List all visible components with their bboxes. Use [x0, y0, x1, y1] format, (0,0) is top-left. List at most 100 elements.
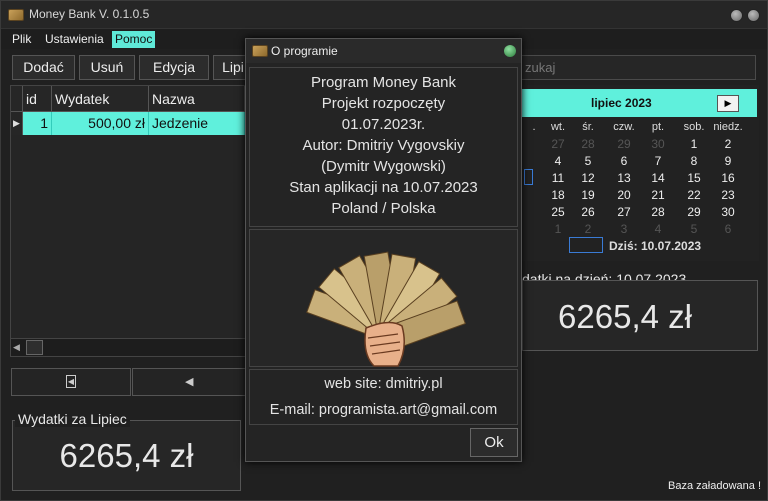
dialog-money-icon: [252, 45, 268, 57]
calendar-day[interactable]: 30: [643, 137, 673, 151]
calendar-day[interactable]: 9: [713, 154, 743, 168]
calendar-day[interactable]: 28: [643, 205, 673, 219]
contact-panel: web site: dmitriy.pl E-mail: programista…: [249, 369, 518, 425]
calendar-day[interactable]: 1: [679, 137, 709, 151]
info-line: Autor: Dmitriy Vygovskiy: [302, 137, 465, 154]
calendar-day[interactable]: 5: [679, 222, 709, 236]
calendar-day[interactable]: 2: [713, 137, 743, 151]
first-page-icon: ◀: [66, 375, 76, 388]
menu-plik[interactable]: Plik: [9, 31, 34, 48]
ok-button[interactable]: Ok: [470, 428, 518, 457]
app-title: Money Bank V. 0.1.0.5: [29, 7, 150, 21]
calendar-day[interactable]: 30: [713, 205, 743, 219]
money-fan-image: [249, 229, 518, 367]
day-name: wt.: [550, 121, 566, 133]
calendar-day[interactable]: 3: [609, 222, 639, 236]
day-name: niedz.: [713, 121, 743, 133]
day-name: śr.: [582, 121, 594, 133]
dialog-title: O programie: [271, 44, 338, 58]
column-amount[interactable]: Wydatek: [52, 86, 149, 112]
about-dialog: O programie Program Money Bank Projekt r…: [245, 38, 522, 462]
scroll-thumb[interactable]: [26, 340, 43, 355]
minimize-button[interactable]: [730, 9, 743, 22]
calendar-day[interactable]: 27: [609, 205, 639, 219]
today-label[interactable]: Dziś: 10.07.2023: [609, 239, 701, 253]
calendar-day[interactable]: 16: [713, 171, 743, 185]
selected-day-marker: [524, 169, 533, 185]
calendar-day[interactable]: 21: [643, 188, 673, 202]
scroll-left-icon[interactable]: ◀: [13, 342, 20, 353]
next-month-icon[interactable]: ▶: [717, 95, 739, 112]
info-line: Poland / Polska: [331, 200, 436, 217]
menu-pomoc[interactable]: Pomoc: [112, 31, 156, 48]
expenses-table: id Wydatek Nazwa ▶ 1 500,00 zł Jedzenie …: [10, 85, 246, 357]
calendar-day[interactable]: 26: [573, 205, 603, 219]
column-id[interactable]: id: [23, 86, 52, 112]
dialog-close-icon[interactable]: [504, 45, 516, 57]
email-link[interactable]: E-mail: programista.art@gmail.com: [250, 402, 517, 418]
calendar-day[interactable]: 14: [643, 171, 673, 185]
daily-total-box: 6265,4 zł: [522, 280, 758, 351]
monthly-total-value: 6265,4 zł: [59, 437, 194, 474]
search-input[interactable]: zukaj: [514, 55, 756, 80]
row-indicator-icon: ▶: [11, 112, 23, 135]
day-name: czw.: [613, 121, 635, 133]
calendar-day[interactable]: 27: [543, 137, 573, 151]
calendar-day[interactable]: 4: [543, 154, 573, 168]
calendar-day[interactable]: 22: [679, 188, 709, 202]
edit-button[interactable]: Edycja: [139, 55, 209, 80]
info-line: 01.07.2023r.: [341, 116, 426, 133]
calendar-day[interactable]: 6: [609, 154, 639, 168]
calendar-day[interactable]: 13: [609, 171, 639, 185]
calendar-day[interactable]: 1: [543, 222, 573, 236]
row-header-corner: [11, 86, 23, 112]
horizontal-scrollbar[interactable]: ◀: [11, 338, 245, 356]
monthly-total-label: Wydatki za Lipiec: [15, 411, 130, 427]
calendar-day[interactable]: 11: [543, 171, 573, 185]
title-bar: Money Bank V. 0.1.0.5: [1, 1, 767, 29]
calendar-day[interactable]: 23: [713, 188, 743, 202]
today-indicator: [569, 237, 603, 253]
first-page-button[interactable]: ◀: [11, 368, 131, 396]
info-line: Projekt rozpoczęty: [321, 95, 446, 112]
info-line: (Dymitr Wygowski): [321, 158, 446, 175]
previous-page-button[interactable]: ◀: [132, 368, 247, 396]
column-name[interactable]: Nazwa: [149, 86, 245, 112]
calendar-day[interactable]: 19: [573, 188, 603, 202]
monthly-total-box: Wydatki za Lipiec 6265,4 zł: [12, 411, 241, 491]
calendar-day[interactable]: 8: [679, 154, 709, 168]
calendar-day[interactable]: 15: [679, 171, 709, 185]
table-cell-id[interactable]: 1: [23, 112, 52, 135]
info-line: Stan aplikacji na 10.07.2023: [289, 179, 478, 196]
day-name: pt.: [651, 121, 665, 133]
website-link[interactable]: web site: dmitriy.pl: [250, 376, 517, 392]
calendar-day[interactable]: 29: [609, 137, 639, 151]
calendar-day[interactable]: 4: [643, 222, 673, 236]
calendar-day[interactable]: 18: [543, 188, 573, 202]
calendar-day[interactable]: 6: [713, 222, 743, 236]
calendar-header: lipiec 2023 ▶: [521, 89, 757, 117]
calendar-day[interactable]: 5: [573, 154, 603, 168]
add-button[interactable]: Dodać: [12, 55, 75, 80]
table-cell-name[interactable]: Jedzenie: [149, 112, 245, 135]
day-name: sob.: [683, 121, 705, 133]
calendar-title[interactable]: lipiec 2023: [591, 96, 652, 110]
calendar-day[interactable]: 20: [609, 188, 639, 202]
close-button[interactable]: [747, 9, 760, 22]
menu-ustawienia[interactable]: Ustawienia: [42, 31, 107, 48]
calendar-day[interactable]: 7: [643, 154, 673, 168]
calendar-day[interactable]: 2: [573, 222, 603, 236]
calendar-day[interactable]: 12: [573, 171, 603, 185]
status-text: Baza załadowana !: [668, 480, 761, 492]
calendar-day[interactable]: 28: [573, 137, 603, 151]
app-money-icon: [8, 9, 24, 21]
calendar-day[interactable]: 25: [543, 205, 573, 219]
dialog-title-bar: O programie: [246, 39, 521, 63]
table-cell-amount[interactable]: 500,00 zł: [52, 112, 149, 135]
daily-total-value: 6265,4 zł: [558, 298, 692, 335]
remove-button[interactable]: Usuń: [79, 55, 135, 80]
money-fan-icon: [306, 251, 466, 367]
about-info-panel: Program Money Bank Projekt rozpoczęty 01…: [249, 67, 518, 227]
calendar-day[interactable]: 29: [679, 205, 709, 219]
calendar: lipiec 2023 ▶ . wt. śr. czw. pt. sob. niedz. 2…: [521, 85, 759, 261]
